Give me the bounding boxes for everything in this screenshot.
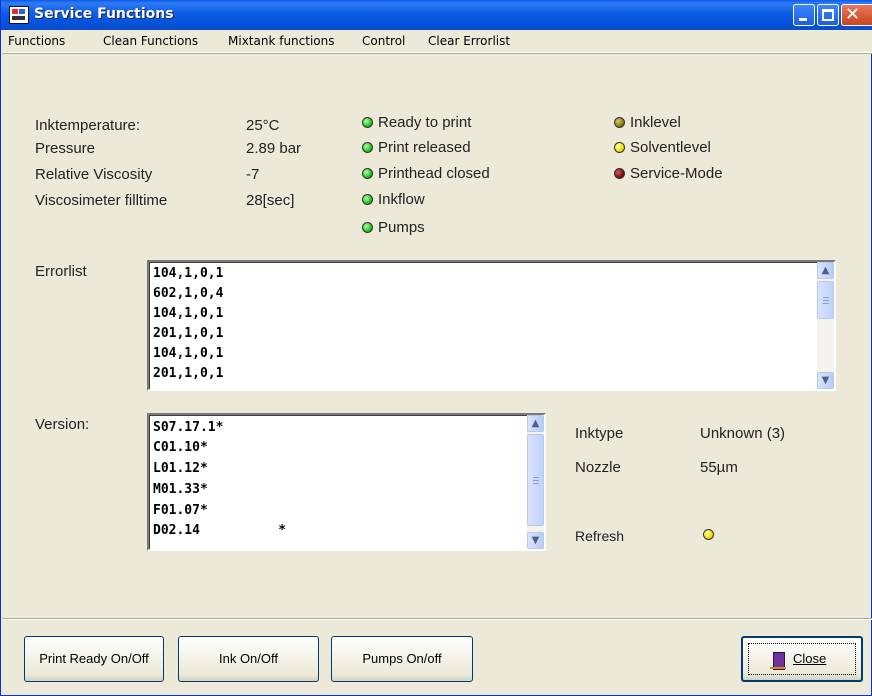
nozzle-label: Nozzle <box>575 459 621 476</box>
errorlist-scroll-thumb[interactable] <box>817 281 834 319</box>
version-scroll-thumb[interactable] <box>527 434 544 526</box>
solventlevel-led-icon <box>614 142 625 153</box>
version-line: D02.14 * <box>153 523 287 538</box>
menu-clear-errorlist[interactable]: Clear Errorlist <box>428 34 510 48</box>
menu-mixtank-functions[interactable]: Mixtank functions <box>228 34 335 48</box>
errorlist-line: 104,1,0,1 <box>153 266 224 281</box>
version-line: S07.17.1* <box>153 420 224 435</box>
close-button-label: Close <box>793 651 827 666</box>
minimize-icon <box>799 18 807 21</box>
ready-to-print-led-icon <box>362 117 373 128</box>
inktemperature-value: 25°C <box>246 117 280 134</box>
menu-control[interactable]: Control <box>362 34 405 48</box>
inklevel-label: Inklevel <box>630 114 681 131</box>
version-scrollbar[interactable]: ▲ ▼ <box>527 415 544 549</box>
inktype-label: Inktype <box>575 425 624 442</box>
refresh-led-icon <box>703 529 714 540</box>
pressure-label: Pressure <box>35 140 96 157</box>
errorlist-scrollbar[interactable]: ▲ ▼ <box>817 262 834 389</box>
pumps-label: Pumps <box>378 219 425 236</box>
chevron-down-icon: ▼ <box>531 535 540 546</box>
nozzle-value: 55µm <box>700 459 738 476</box>
viscosimeter-filltime-value: 28[sec] <box>246 192 295 209</box>
print-released-led-icon <box>362 142 373 153</box>
version-scroll-down-button[interactable]: ▼ <box>527 532 544 549</box>
ready-to-print-label: Ready to print <box>378 114 472 131</box>
printhead-closed-label: Printhead closed <box>378 165 490 182</box>
pressure-value: 2.89 bar <box>246 140 302 157</box>
errorlist-label: Errorlist <box>35 263 87 280</box>
window-title: Service Functions <box>34 6 174 22</box>
inktemperature-label: Inktemperature: <box>35 117 141 134</box>
title-bar[interactable]: Service Functions ✕ <box>1 0 872 30</box>
refresh-label: Refresh <box>575 528 625 544</box>
version-line: M01.33* <box>153 482 208 497</box>
footer-separator <box>2 618 872 620</box>
close-icon: ✕ <box>845 4 861 25</box>
version-line: L01.12* <box>153 461 208 476</box>
version-box[interactable]: S07.17.1* C01.10* L01.12* M01.33* F01.07… <box>147 413 546 551</box>
pumps-toggle-button[interactable]: Pumps On/off <box>331 636 473 682</box>
exit-door-icon <box>770 652 786 670</box>
solventlevel-label: Solventlevel <box>630 139 711 156</box>
pumps-led-icon <box>362 222 373 233</box>
app-icon <box>9 6 29 24</box>
version-scroll-up-button[interactable]: ▲ <box>527 415 544 432</box>
menu-bar: Functions Clean Functions Mixtank functi… <box>2 30 872 53</box>
errorlist-line: 602,1,0,4 <box>153 286 224 301</box>
inkflow-label: Inkflow <box>378 191 425 208</box>
menu-clean-functions[interactable]: Clean Functions <box>103 34 198 48</box>
version-line: F01.07* <box>153 503 208 518</box>
errorlist-scroll-up-button[interactable]: ▲ <box>817 262 834 279</box>
errorlist-line: 104,1,0,1 <box>153 346 224 361</box>
maximize-icon <box>822 9 834 21</box>
errorlist-line: 201,1,0,1 <box>153 326 224 341</box>
print-released-label: Print released <box>378 139 471 156</box>
relative-viscosity-value: -7 <box>246 166 260 183</box>
service-functions-window: Service Functions ✕ Functions Clean Func… <box>0 0 872 696</box>
chevron-down-icon: ▼ <box>821 375 830 386</box>
chevron-up-icon: ▲ <box>821 265 830 276</box>
errorlist-line: 201,1,0,1 <box>153 366 224 381</box>
relative-viscosity-label: Relative Viscosity <box>35 166 153 183</box>
inkflow-led-icon <box>362 194 373 205</box>
minimize-button[interactable] <box>793 4 815 26</box>
service-mode-label: Service-Mode <box>630 165 723 182</box>
ink-toggle-button[interactable]: Ink On/Off <box>178 636 319 682</box>
close-button[interactable]: Close <box>741 636 863 682</box>
errorlist-box[interactable]: 104,1,0,1 602,1,0,4 104,1,0,1 201,1,0,1 … <box>147 260 836 391</box>
menu-functions[interactable]: Functions <box>8 34 65 48</box>
errorlist-line: 104,1,0,1 <box>153 306 224 321</box>
print-ready-toggle-button[interactable]: Print Ready On/Off <box>24 636 164 682</box>
maximize-button[interactable] <box>817 4 839 26</box>
printhead-closed-led-icon <box>362 168 373 179</box>
close-window-button[interactable]: ✕ <box>841 4 872 26</box>
inklevel-led-icon <box>614 117 625 128</box>
inktype-value: Unknown (3) <box>700 425 786 442</box>
errorlist-scroll-down-button[interactable]: ▼ <box>817 372 834 389</box>
version-line: C01.10* <box>153 440 208 455</box>
version-label: Version: <box>35 416 90 433</box>
service-mode-led-icon <box>614 168 625 179</box>
chevron-up-icon: ▲ <box>531 418 540 429</box>
viscosimeter-filltime-label: Viscosimeter filltime <box>35 192 168 209</box>
